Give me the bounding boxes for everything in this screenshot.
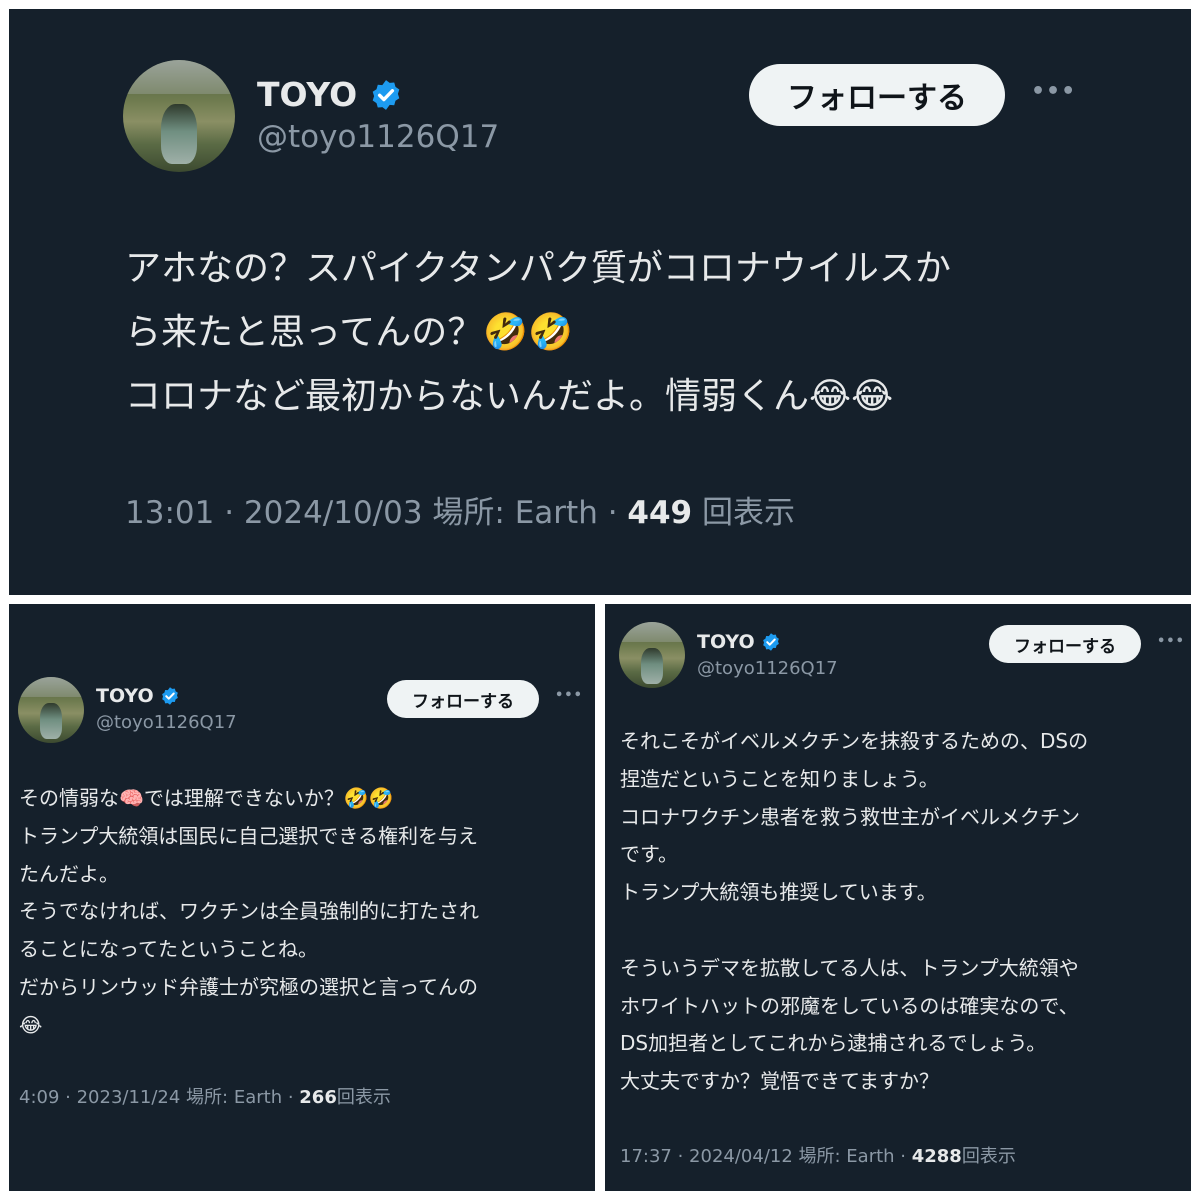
tweet-line: 大丈夫ですか？覚悟できてますか？ <box>620 1069 939 1094</box>
more-options-icon[interactable]: ••• <box>1157 634 1185 649</box>
tweet-meta[interactable]: 13:01 · 2024/10/03 場所: Earth · 449 回表示 <box>125 487 795 532</box>
tweet-line: DS加担者としてこれから逮捕されるでしょう。 <box>620 1031 1047 1056</box>
author-name-row[interactable]: TOYO <box>697 631 781 653</box>
tweet-panel-1: TOYO @toyo1126Q17 フォローする ••• アホなの？スパイクタン… <box>9 9 1191 595</box>
tweet-panel-3: TOYO @toyo1126Q17 フォローする ••• それこそがイベルメクチ… <box>605 604 1191 1191</box>
tweet-line: ることになってたということね。 <box>19 937 318 962</box>
timestamp-location[interactable]: 17:37 · 2024/04/12 場所: Earth · <box>620 1146 912 1167</box>
follow-button[interactable]: フォローする <box>989 625 1141 663</box>
more-options-icon[interactable]: ••• <box>1031 79 1076 104</box>
tweet-line: そういうデマを拡散してる人は、トランプ大統領や <box>620 955 1079 980</box>
tweet-line: 捏造だということを知りましょう。 <box>620 766 939 791</box>
follow-button[interactable]: フォローする <box>749 64 1005 126</box>
author-name[interactable]: TOYO <box>96 685 154 707</box>
tweet-line: コロナワクチン患者を救う救世主がイベルメクチン <box>620 804 1080 829</box>
avatar[interactable] <box>18 677 84 743</box>
author-name[interactable]: TOYO <box>697 631 755 653</box>
author-handle[interactable]: @toyo1126Q17 <box>96 712 237 733</box>
tweet-panel-2: TOYO @toyo1126Q17 フォローする ••• その情弱な🧠では理解で… <box>9 604 595 1191</box>
tweet-meta[interactable]: 4:09 · 2023/11/24 場所: Earth · 266回表示 <box>19 1083 391 1109</box>
tweet-text: それこそがイベルメクチンを抹殺するための、DSの 捏造だということを知りましょう… <box>620 723 1088 1101</box>
timestamp-location[interactable]: 13:01 · 2024/10/03 場所: Earth · <box>125 495 627 531</box>
tweet-line: ホワイトハットの邪魔をしているのは確実なので、 <box>620 993 1079 1018</box>
tweet-line: トランプ大統領も推奨しています。 <box>620 880 937 905</box>
tweet-line: たんだよ。 <box>19 861 119 886</box>
tweet-line: アホなの？スパイクタンパク質がコロナウイルスか <box>125 248 951 289</box>
timestamp-location[interactable]: 4:09 · 2023/11/24 場所: Earth · <box>19 1087 299 1108</box>
tweet-meta[interactable]: 17:37 · 2024/04/12 場所: Earth · 4288回表示 <box>620 1142 1016 1168</box>
tweet-line: ら来たと思ってんの？🤣🤣 <box>125 312 573 353</box>
tweet-line: その情弱な🧠では理解できないか？🤣🤣 <box>19 786 394 810</box>
views-label: 回表示 <box>961 1146 1016 1167</box>
tweet-line: トランプ大統領は国民に自己選択できる権利を与え <box>19 823 478 848</box>
author-name-row[interactable]: TOYO <box>257 75 403 114</box>
tweet-line <box>620 912 1088 950</box>
follow-button[interactable]: フォローする <box>387 680 539 718</box>
view-count: 266 <box>299 1087 337 1108</box>
views-label: 回表示 <box>692 495 795 531</box>
author-handle[interactable]: @toyo1126Q17 <box>257 119 499 155</box>
author-name[interactable]: TOYO <box>257 75 357 114</box>
views-label: 回表示 <box>336 1087 391 1108</box>
tweet-text: その情弱な🧠では理解できないか？🤣🤣 トランプ大統領は国民に自己選択できる権利を… <box>19 780 479 1045</box>
avatar[interactable] <box>123 60 235 172</box>
tweet-line: 😂 <box>19 1012 43 1037</box>
tweet-text: アホなの？スパイクタンパク質がコロナウイルスか ら来たと思ってんの？🤣🤣 コロナ… <box>125 237 951 429</box>
author-handle[interactable]: @toyo1126Q17 <box>697 658 838 679</box>
verified-badge-icon <box>160 686 180 706</box>
tweet-line: それこそがイベルメクチンを抹殺するための、DSの <box>620 729 1089 753</box>
author-name-row[interactable]: TOYO <box>96 685 180 707</box>
verified-badge-icon <box>369 78 403 112</box>
more-options-icon[interactable]: ••• <box>555 688 583 703</box>
view-count: 449 <box>627 495 693 531</box>
tweet-line: だからリンウッド弁護士が究極の選択と言ってんの <box>19 974 478 999</box>
verified-badge-icon <box>761 632 781 652</box>
tweet-line: です。 <box>620 842 678 867</box>
view-count: 4288 <box>911 1146 962 1167</box>
tweet-line: コロナなど最初からないんだよ。情弱くん😂😂 <box>125 376 894 417</box>
tweet-line: そうでなければ、ワクチンは全員強制的に打たされ <box>19 899 479 924</box>
avatar[interactable] <box>619 622 685 688</box>
